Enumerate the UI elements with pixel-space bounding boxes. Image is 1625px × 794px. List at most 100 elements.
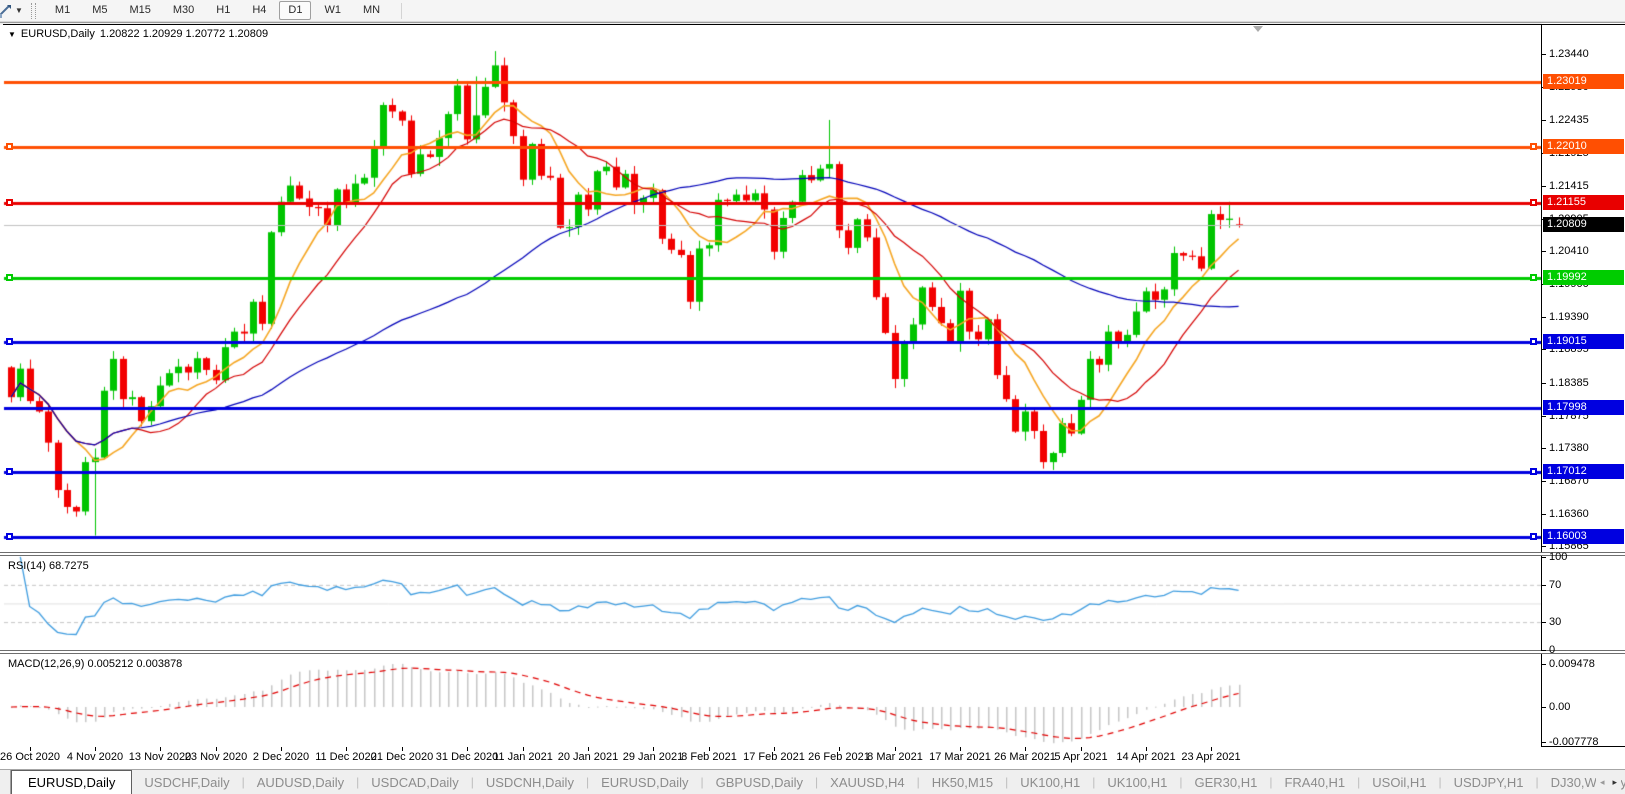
current-price-badge: 1.20809: [1543, 217, 1624, 232]
chart-title: ▼ EURUSD,Daily 1.20822 1.20929 1.20772 1…: [8, 28, 268, 40]
price-tick-label: 1.17380: [1549, 442, 1589, 454]
tab-usoil-h1[interactable]: USOil,H1: [1360, 770, 1438, 794]
date-tick-label: 26 Oct 2020: [0, 751, 60, 763]
macd-panel-canvas[interactable]: [0, 654, 1541, 747]
tab-scroll-left-icon[interactable]: ◂: [1600, 777, 1605, 788]
rsi-tick-label: 70: [1549, 579, 1562, 591]
timeframe-button-h4[interactable]: H4: [243, 1, 275, 20]
price-tick-label: 1.23440: [1549, 48, 1589, 60]
macd-tick-mark: [1541, 742, 1546, 743]
tab-ger30-h1[interactable]: GER30,H1: [1182, 770, 1269, 794]
tab-scroll-right-icon[interactable]: ▸: [1612, 777, 1617, 788]
tab-eurusd-daily[interactable]: EURUSD,Daily: [11, 770, 133, 794]
level-right-handle: [1530, 468, 1537, 475]
price-level-badge: 1.19992: [1543, 270, 1624, 285]
price-level-badge: 1.21155: [1543, 195, 1624, 210]
date-tick-label: 29 Jan 2021: [622, 751, 684, 763]
price-level-badge: 1.16003: [1543, 529, 1624, 544]
toolbar-separator: [401, 2, 403, 19]
tab-gbpusd-daily[interactable]: GBPUSD,Daily: [704, 770, 815, 794]
date-tick-label: 23 Nov 2020: [184, 751, 248, 763]
tab-list: EURUSD,Daily USDCHF,Daily | AUDUSD,Daily | US…: [11, 770, 1625, 794]
level-left-handle: [6, 274, 13, 281]
level-left-handle: [6, 199, 13, 206]
tab-xauusd-h4[interactable]: XAUUSD,H4: [818, 770, 916, 794]
tab-eurusd-daily[interactable]: EURUSD,Daily: [589, 770, 700, 794]
level-right-handle: [1530, 533, 1537, 540]
tab-usdchf-daily[interactable]: USDCHF,Daily: [132, 770, 241, 794]
price-level-badge: 1.17998: [1543, 400, 1624, 415]
timeframe-button-h1[interactable]: H1: [207, 1, 239, 20]
tab-audusd-daily[interactable]: AUDUSD,Daily: [245, 770, 356, 794]
date-tick-label: 5 Apr 2021: [1054, 751, 1108, 763]
date-tick-label: 4 Nov 2020: [66, 751, 124, 763]
level-right-handle: [1530, 338, 1537, 345]
rsi-tick-label: 30: [1549, 616, 1562, 628]
tab-fra40-h1[interactable]: FRA40,H1: [1272, 770, 1357, 794]
date-tick-label: 20 Jan 2021: [557, 751, 619, 763]
quick-trade-arrow-icon[interactable]: ▼: [8, 29, 16, 40]
axis-divider: [1541, 24, 1542, 747]
window-top-border: [0, 22, 1625, 23]
macd-tick-label: -0.007778: [1549, 736, 1599, 748]
rsi-indicator-label: RSI(14) 68.7275: [8, 560, 89, 572]
chart-shift-marker-icon[interactable]: [1253, 26, 1263, 32]
rsi-current-value: 68.7275: [48, 560, 89, 572]
price-tick-mark: [1541, 251, 1546, 252]
date-tick-label: 14 Apr 2021: [1116, 751, 1176, 763]
toolbar-grip[interactable]: [30, 2, 36, 19]
date-tick-label: 11 Dec 2020: [315, 751, 377, 763]
date-tick-label: 21 Dec 2020: [370, 751, 434, 763]
timeframe-button-m5[interactable]: M5: [83, 1, 116, 20]
chart-line-tool-icon[interactable]: [0, 3, 13, 19]
price-tick-mark: [1541, 416, 1546, 417]
price-tick-label: 1.19390: [1549, 311, 1589, 323]
date-tick-label: 17 Feb 2021: [743, 751, 805, 763]
price-tick-mark: [1541, 186, 1546, 187]
tab-usdcnh-daily[interactable]: USDCNH,Daily: [474, 770, 586, 794]
level-left-handle: [6, 533, 13, 540]
price-tick-mark: [1541, 383, 1546, 384]
price-tick-mark: [1541, 448, 1546, 449]
timeframe-button-m15[interactable]: M15: [120, 1, 159, 20]
timeframe-button-group: M1 M5 M15 M30 H1 H4 D1 W1 MN: [44, 1, 391, 20]
macd-name: MACD(12,26,9): [8, 658, 85, 670]
rsi-tick-label: 0: [1549, 644, 1556, 656]
macd-indicator-label: MACD(12,26,9) 0.005212 0.003878: [8, 658, 182, 670]
price-tick-mark: [1541, 349, 1546, 350]
price-tick-label: 1.21415: [1549, 180, 1589, 192]
price-tick-mark: [1541, 546, 1546, 547]
tab-uk100-h1[interactable]: UK100,H1: [1095, 770, 1179, 794]
date-tick-label: 2 Dec 2020: [252, 751, 310, 763]
timeframe-button-mn[interactable]: MN: [354, 1, 389, 20]
main-chart-canvas[interactable]: [0, 25, 1541, 552]
date-tick-label: 31 Dec 2020: [435, 751, 499, 763]
timeframe-button-m30[interactable]: M30: [164, 1, 203, 20]
chart-ohlc-values: 1.20822 1.20929 1.20772 1.20809: [99, 28, 269, 40]
level-right-handle: [1530, 199, 1537, 206]
rsi-panel-canvas[interactable]: [0, 556, 1541, 650]
tab-scroll-arrows: ◂ ▸: [1595, 770, 1621, 794]
price-level-badge: 1.17012: [1543, 464, 1624, 479]
price-tick-label: 1.18385: [1549, 377, 1589, 389]
date-tick-label: 26 Feb 2021: [808, 751, 870, 763]
rsi-tick-mark: [1541, 585, 1546, 586]
price-tick-label: 1.20410: [1549, 245, 1589, 257]
top-toolbar: ▼ M1 M5 M15 M30 H1 H4 D1 W1 MN: [0, 0, 1625, 22]
tab-hk50-m15[interactable]: HK50,M15: [920, 770, 1005, 794]
timeframe-button-m1[interactable]: M1: [46, 1, 79, 20]
price-level-badge: 1.19015: [1543, 334, 1624, 349]
tab-usdcad-daily[interactable]: USDCAD,Daily: [359, 770, 470, 794]
date-tick-label: 8 Feb 2021: [681, 751, 737, 763]
timeframe-button-d1[interactable]: D1: [279, 1, 312, 20]
price-tick-mark: [1541, 514, 1546, 515]
price-tick-mark: [1541, 54, 1546, 55]
date-tick-label: 11 Jan 2021: [493, 751, 553, 763]
tab-uk100-h1[interactable]: UK100,H1: [1008, 770, 1092, 794]
tab-usdjpy-h1[interactable]: USDJPY,H1: [1442, 770, 1536, 794]
level-left-handle: [6, 468, 13, 475]
tab-strip-edge: [0, 770, 11, 794]
tool-dropdown-caret[interactable]: ▼: [15, 6, 23, 15]
timeframe-button-w1[interactable]: W1: [315, 1, 350, 20]
rsi-tick-mark: [1541, 622, 1546, 623]
